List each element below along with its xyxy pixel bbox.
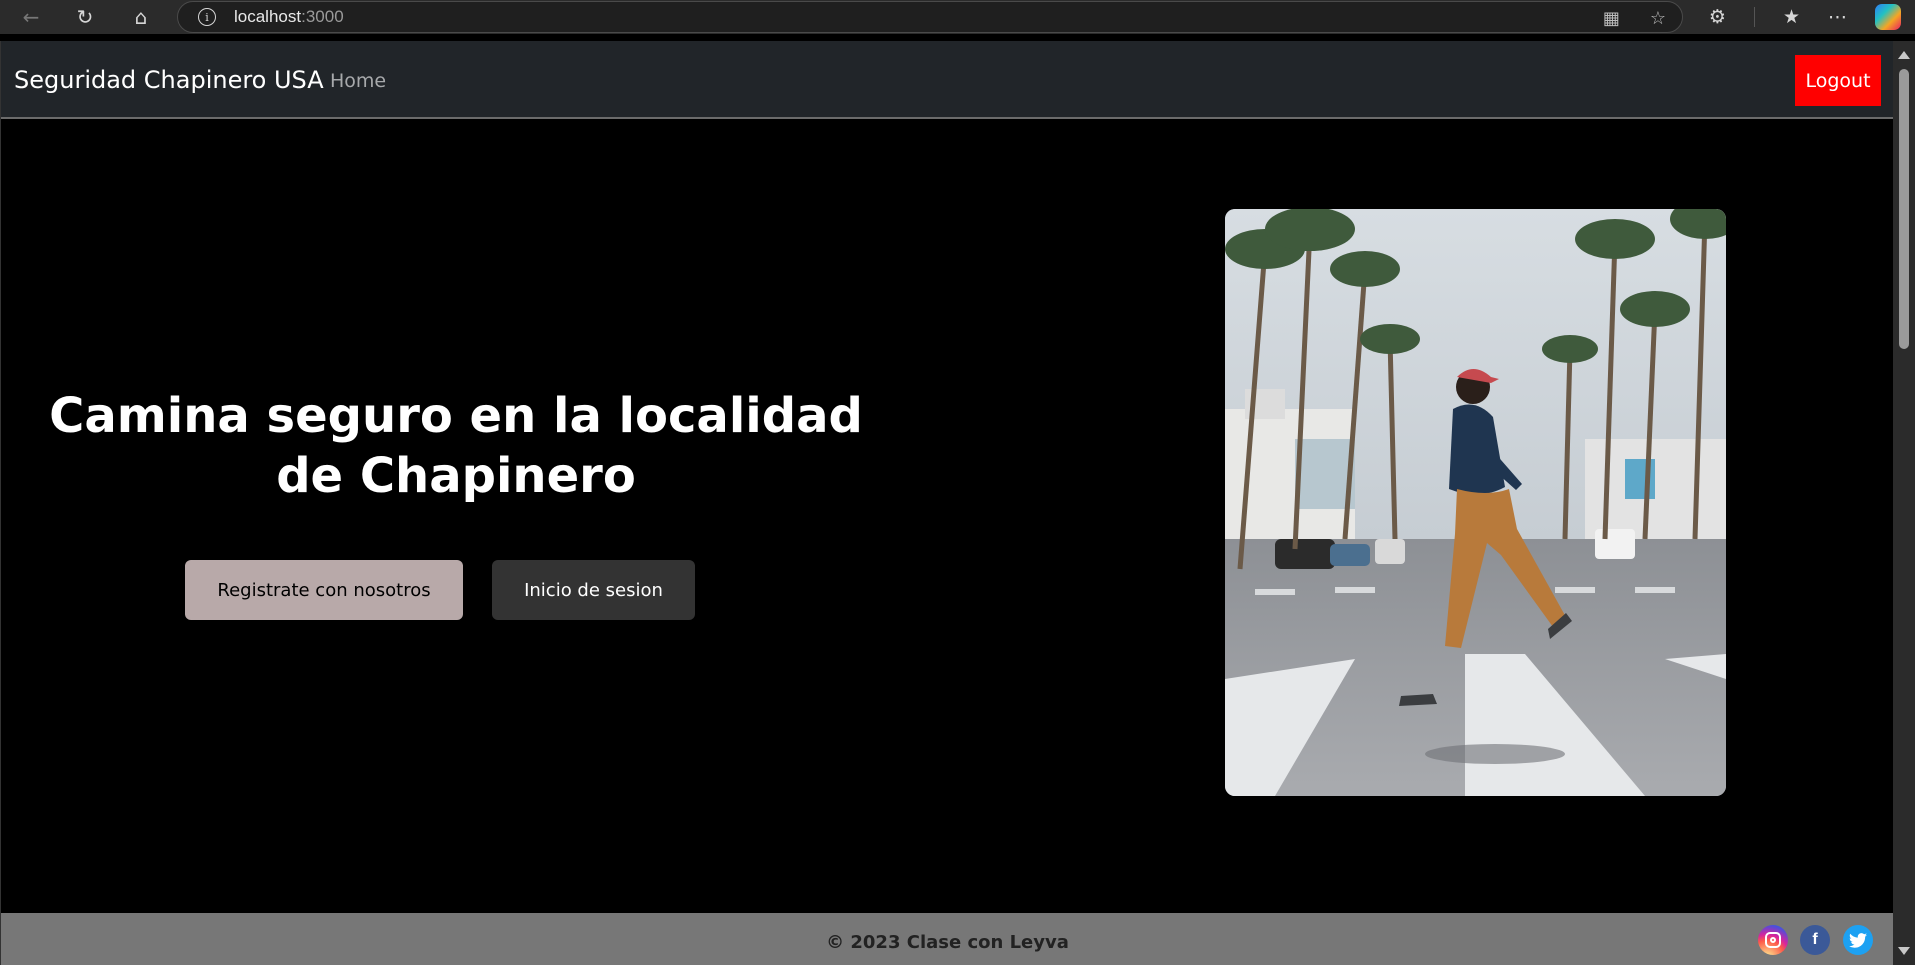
street-photo	[1225, 209, 1726, 796]
home-icon[interactable]: ⌂	[126, 2, 156, 32]
toolbar-divider	[1753, 7, 1755, 27]
extensions-icon[interactable]: ⚙	[1709, 6, 1726, 28]
site-info-icon[interactable]: i	[198, 8, 216, 26]
address-bar[interactable]: i localhost:3000 ▦ ☆	[177, 1, 1683, 33]
vertical-scrollbar[interactable]	[1893, 41, 1915, 965]
more-menu-icon[interactable]: ⋯	[1828, 6, 1847, 28]
scroll-down-icon[interactable]	[1898, 947, 1910, 955]
url-text: localhost:3000	[234, 7, 344, 26]
logout-button[interactable]: Logout	[1795, 55, 1881, 106]
footer-copyright: © 2023 Clase con Leyva	[826, 932, 1069, 953]
scroll-up-icon[interactable]	[1898, 51, 1910, 59]
copilot-icon[interactable]	[1875, 4, 1901, 30]
site-navbar: Seguridad Chapinero USA Home Logout	[1, 41, 1894, 119]
favorite-star-icon[interactable]: ☆	[1650, 8, 1666, 29]
facebook-icon[interactable]: f	[1800, 925, 1830, 955]
back-icon[interactable]: ←	[16, 2, 46, 32]
hero-image	[1225, 209, 1726, 796]
scrollbar-thumb[interactable]	[1899, 69, 1909, 349]
reload-icon[interactable]: ↻	[70, 2, 100, 32]
app-available-icon[interactable]: ▦	[1603, 8, 1620, 29]
navbar-brand[interactable]: Seguridad Chapinero USA	[14, 66, 324, 94]
nav-link-home[interactable]: Home	[330, 70, 386, 92]
login-button[interactable]: Inicio de sesion	[492, 560, 695, 620]
register-button[interactable]: Registrate con nosotros	[185, 560, 463, 620]
hero-title: Camina seguro en la localidad de Chapine…	[49, 388, 863, 504]
instagram-icon[interactable]	[1758, 925, 1788, 955]
favorites-icon[interactable]: ★	[1783, 6, 1800, 28]
page-viewport: Seguridad Chapinero USA Home Logout Cami…	[0, 41, 1894, 965]
site-footer: © 2023 Clase con Leyva f	[1, 913, 1894, 965]
browser-toolbar: ← ↻ ⌂ i localhost:3000 ▦ ☆ ⚙ ★ ⋯	[0, 0, 1915, 34]
twitter-icon[interactable]	[1843, 925, 1873, 955]
